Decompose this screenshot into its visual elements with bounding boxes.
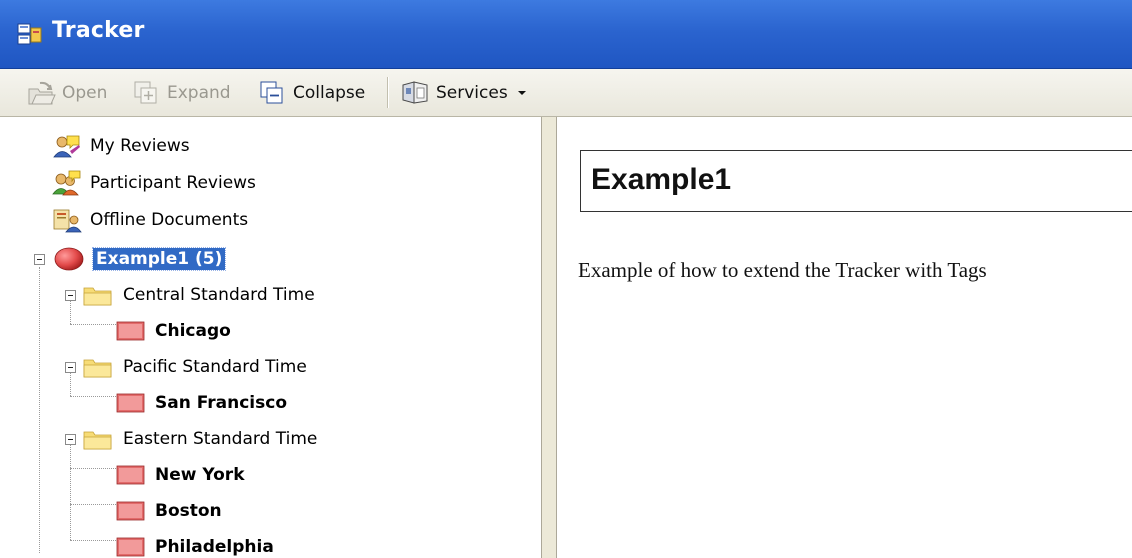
- tag-icon: [116, 501, 145, 521]
- offline-documents-icon: [53, 209, 82, 233]
- services-menu-button[interactable]: Services: [400, 69, 529, 116]
- tree-item-my-reviews[interactable]: My Reviews: [52, 132, 190, 160]
- my-reviews-icon: [53, 135, 80, 158]
- folder-icon: [83, 359, 112, 378]
- expand-label: Expand: [167, 82, 231, 103]
- content-description: Example of how to extend the Tracker wit…: [578, 258, 987, 282]
- navigation-tree: My Reviews Participant Reviews Offline D…: [0, 117, 541, 558]
- expand-button[interactable]: Expand: [133, 69, 231, 116]
- tree-item-san-francisco[interactable]: San Francisco: [116, 389, 287, 417]
- tree-item-chicago[interactable]: Chicago: [116, 317, 231, 345]
- tree-label: San Francisco: [155, 393, 287, 413]
- open-button[interactable]: Open: [26, 69, 107, 116]
- tree-label-selected: Example1 (5): [91, 247, 227, 271]
- tag-icon: [116, 537, 145, 557]
- tree-line: [70, 468, 116, 469]
- window-title: Tracker: [52, 18, 145, 43]
- tracker-app-icon: [17, 23, 42, 45]
- tree-line: [70, 372, 71, 396]
- toolbar: Open Expand Collapse Services: [0, 69, 1132, 117]
- tree-label: Pacific Standard Time: [123, 357, 307, 377]
- tag-icon: [116, 393, 145, 413]
- collapse-button[interactable]: Collapse: [259, 69, 365, 116]
- collapse-toggle-eastern[interactable]: [65, 434, 76, 445]
- open-label: Open: [62, 82, 108, 103]
- tag-icon: [116, 465, 145, 485]
- content-panel: Example1 Example of how to extend the Tr…: [557, 117, 1132, 558]
- tree-item-eastern-standard-time[interactable]: Eastern Standard Time: [83, 425, 317, 453]
- tree-line: [70, 444, 71, 540]
- tree-line: [70, 540, 116, 541]
- tree-label: Offline Documents: [90, 210, 249, 230]
- participant-reviews-icon: [52, 170, 81, 196]
- title-bar: Tracker: [0, 0, 1132, 69]
- tree-item-pacific-standard-time[interactable]: Pacific Standard Time: [83, 353, 307, 381]
- collapse-icon: [260, 81, 283, 103]
- tree-label: New York: [155, 465, 245, 485]
- tag-ball-icon: [54, 247, 84, 271]
- folder-icon: [83, 431, 112, 450]
- tree-item-participant-reviews[interactable]: Participant Reviews: [52, 169, 256, 197]
- tree-label: My Reviews: [90, 136, 190, 156]
- tree-item-example1[interactable]: Example1 (5): [52, 245, 227, 273]
- tree-label: Participant Reviews: [90, 173, 256, 193]
- collapse-toggle-pacific[interactable]: [65, 362, 76, 373]
- tree-item-philadelphia[interactable]: Philadelphia: [116, 533, 274, 558]
- content-title-box: Example1: [580, 150, 1132, 212]
- tree-line: [70, 324, 116, 325]
- tree-item-boston[interactable]: Boston: [116, 497, 222, 525]
- tree-label: Chicago: [155, 321, 231, 341]
- collapse-label: Collapse: [293, 82, 366, 103]
- services-icon: [402, 80, 428, 104]
- content-title: Example1: [591, 163, 732, 196]
- panel-splitter[interactable]: [541, 117, 557, 558]
- tree-label: Central Standard Time: [123, 285, 315, 305]
- open-icon: [28, 81, 56, 104]
- tree-label: Eastern Standard Time: [123, 429, 318, 449]
- tree-label: Boston: [155, 501, 222, 521]
- folder-icon: [83, 287, 112, 306]
- tree-line: [70, 300, 71, 324]
- tree-item-new-york[interactable]: New York: [116, 461, 245, 489]
- tag-icon: [116, 321, 145, 341]
- tree-item-central-standard-time[interactable]: Central Standard Time: [83, 281, 315, 309]
- tracker-window: Tracker Open Expand Collapse Services My…: [0, 0, 1132, 558]
- expand-icon: [134, 81, 157, 103]
- tree-line: [39, 267, 40, 553]
- tree-label: Philadelphia: [155, 537, 274, 557]
- chevron-down-icon: [517, 90, 526, 95]
- tree-line: [70, 396, 116, 397]
- tree-item-offline-documents[interactable]: Offline Documents: [52, 206, 248, 234]
- collapse-toggle-root[interactable]: [34, 254, 45, 265]
- toolbar-separator: [387, 77, 389, 108]
- tree-line: [70, 504, 116, 505]
- collapse-toggle-central[interactable]: [65, 290, 76, 301]
- services-label: Services: [436, 82, 508, 103]
